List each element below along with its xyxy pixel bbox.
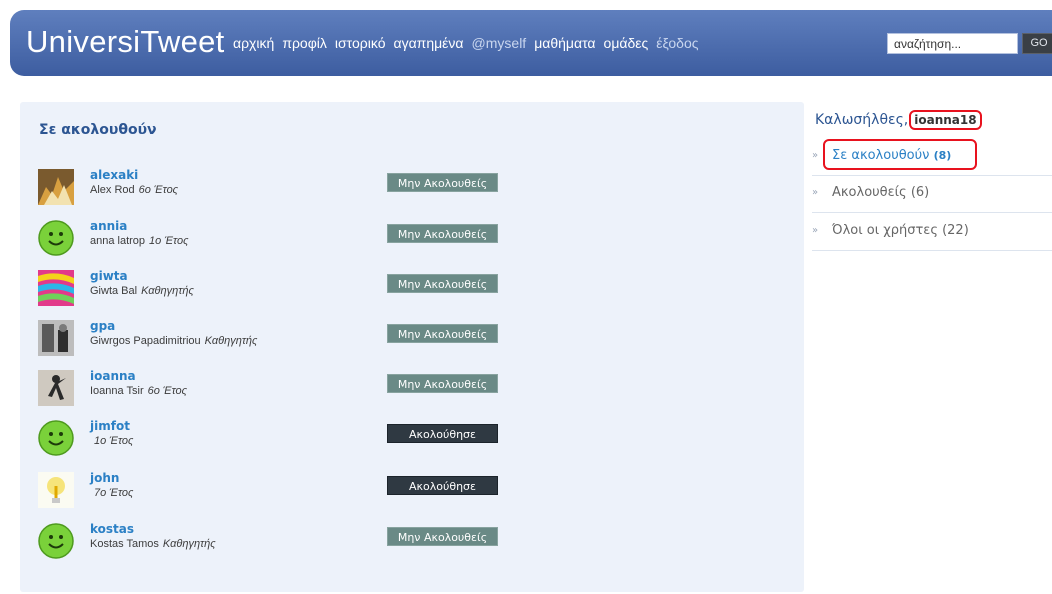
username-link[interactable]: alexaki bbox=[90, 168, 138, 182]
page-title: Σε ακολουθούν bbox=[39, 122, 157, 138]
follow-button[interactable]: Ακολούθησε bbox=[387, 476, 498, 495]
user-fullname: Alex Rod bbox=[90, 184, 135, 196]
app-logo[interactable]: UniversiTweet bbox=[26, 24, 225, 60]
avatar[interactable] bbox=[38, 270, 74, 306]
chevron-right-icon: » bbox=[812, 225, 819, 236]
sidebar-count: (6) bbox=[910, 185, 930, 200]
username-link[interactable]: giwta bbox=[90, 269, 128, 283]
nav-courses[interactable]: μαθήματα bbox=[534, 35, 595, 51]
sidebar-item-following[interactable]: » Ακολουθείς (6) bbox=[812, 176, 1052, 213]
user-info: 1ο Έτος bbox=[90, 435, 133, 447]
sidebar-count: (22) bbox=[942, 223, 969, 238]
list-item: annia anna latrop 1ο Έτος Μην Ακολουθείς bbox=[38, 219, 538, 262]
user-info: Alex Rod 6ο Έτος bbox=[90, 184, 178, 196]
current-username[interactable]: ioanna18 bbox=[909, 110, 982, 130]
list-item: giwta Giwta Bal Καθηγητής Μην Ακολουθείς bbox=[38, 269, 538, 312]
nav-home[interactable]: αρχική bbox=[233, 35, 274, 51]
user-role: 6ο Έτος bbox=[147, 385, 188, 397]
nav-favorites[interactable]: αγαπημένα bbox=[393, 35, 463, 51]
main-nav: αρχική προφίλ ιστορικό αγαπημένα @myself… bbox=[233, 35, 699, 51]
avatar[interactable] bbox=[38, 320, 74, 356]
user-role: Καθηγητής bbox=[141, 285, 194, 297]
welcome-message: Καλωσήλθες, ioanna18 bbox=[815, 110, 982, 130]
nav-logout[interactable]: έξοδος bbox=[656, 35, 698, 51]
user-role: 6ο Έτος bbox=[138, 184, 179, 196]
user-fullname: Giwrgos Papadimitriou bbox=[90, 335, 201, 347]
nav-profile[interactable]: προφίλ bbox=[282, 35, 327, 51]
nav-history[interactable]: ιστορικό bbox=[335, 35, 386, 51]
list-item: gpa Giwrgos Papadimitriou Καθηγητής Μην Α… bbox=[38, 319, 538, 362]
unfollow-button[interactable]: Μην Ακολουθείς bbox=[387, 224, 498, 243]
sidebar-item-label[interactable]: Όλοι οι χρήστες (22) bbox=[832, 223, 969, 238]
sidebar-item-label[interactable]: Ακολουθείς (6) bbox=[832, 185, 929, 200]
list-item: john 7ο Έτος Ακολούθησε bbox=[38, 471, 538, 514]
search-input[interactable]: αναζήτηση... bbox=[887, 33, 1018, 54]
username-link[interactable]: gpa bbox=[90, 319, 115, 333]
user-info: Ioanna Tsir 6ο Έτος bbox=[90, 385, 187, 397]
nav-groups[interactable]: ομάδες bbox=[604, 35, 649, 51]
sidebar-item-all-users[interactable]: » Όλοι οι χρήστες (22) bbox=[812, 214, 1052, 251]
username-link[interactable]: jimfot bbox=[90, 419, 130, 433]
active-highlight bbox=[823, 139, 977, 170]
follow-button[interactable]: Ακολούθησε bbox=[387, 424, 498, 443]
user-info: 7ο Έτος bbox=[90, 487, 133, 499]
welcome-label: Καλωσήλθες, bbox=[815, 112, 909, 128]
user-role: 1ο Έτος bbox=[94, 435, 134, 447]
user-fullname: Giwta Bal bbox=[90, 285, 138, 297]
lightbulb-icon[interactable] bbox=[38, 472, 74, 508]
user-info: Kostas Tamos Καθηγητής bbox=[90, 538, 216, 550]
user-role: Καθηγητής bbox=[162, 538, 216, 550]
avatar[interactable] bbox=[38, 370, 74, 406]
username-link[interactable]: john bbox=[90, 471, 119, 485]
unfollow-button[interactable]: Μην Ακολουθείς bbox=[387, 374, 498, 393]
smiley-icon[interactable] bbox=[38, 220, 74, 256]
chevron-right-icon: » bbox=[812, 187, 819, 198]
list-item: alexaki Alex Rod 6ο Έτος Μην Ακολουθείς bbox=[38, 168, 538, 211]
unfollow-button[interactable]: Μην Ακολουθείς bbox=[387, 173, 498, 192]
unfollow-button[interactable]: Μην Ακολουθείς bbox=[387, 274, 498, 293]
user-fullname: Kostas Tamos bbox=[90, 538, 159, 550]
smiley-icon[interactable] bbox=[38, 420, 74, 456]
list-item: jimfot 1ο Έτος Ακολούθησε bbox=[38, 419, 538, 462]
search-go-button[interactable]: GO bbox=[1022, 33, 1052, 54]
sidebar-label-text: Ακολουθείς bbox=[832, 185, 907, 200]
followers-panel: Σε ακολουθούν alexaki Alex Rod 6ο Έτος Μη… bbox=[20, 102, 804, 592]
unfollow-button[interactable]: Μην Ακολουθείς bbox=[387, 527, 498, 546]
username-link[interactable]: ioanna bbox=[90, 369, 136, 383]
username-link[interactable]: kostas bbox=[90, 522, 134, 536]
user-info: Giwta Bal Καθηγητής bbox=[90, 285, 194, 297]
sidebar-label-text: Όλοι οι χρήστες bbox=[832, 223, 938, 238]
list-item: kostas Kostas Tamos Καθηγητής Μην Ακολουθ… bbox=[38, 522, 538, 565]
avatar[interactable] bbox=[38, 169, 74, 205]
user-fullname: Ioanna Tsir bbox=[90, 385, 144, 397]
smiley-icon[interactable] bbox=[38, 523, 74, 559]
unfollow-button[interactable]: Μην Ακολουθείς bbox=[387, 324, 498, 343]
chevron-right-icon: » bbox=[812, 150, 819, 161]
user-fullname: anna latrop bbox=[90, 235, 146, 247]
nav-myself[interactable]: @myself bbox=[472, 35, 527, 51]
user-role: 1ο Έτος bbox=[149, 235, 189, 247]
list-item: ioanna Ioanna Tsir 6ο Έτος Μην Ακολουθείς bbox=[38, 369, 538, 412]
top-header: UniversiTweet αρχική προφίλ ιστορικό αγα… bbox=[10, 10, 1052, 76]
user-role: Καθηγητής bbox=[204, 335, 258, 347]
user-info: Giwrgos Papadimitriou Καθηγητής bbox=[90, 335, 257, 347]
user-info: anna latrop 1ο Έτος bbox=[90, 235, 188, 247]
user-role: 7ο Έτος bbox=[94, 487, 134, 499]
username-link[interactable]: annia bbox=[90, 219, 127, 233]
